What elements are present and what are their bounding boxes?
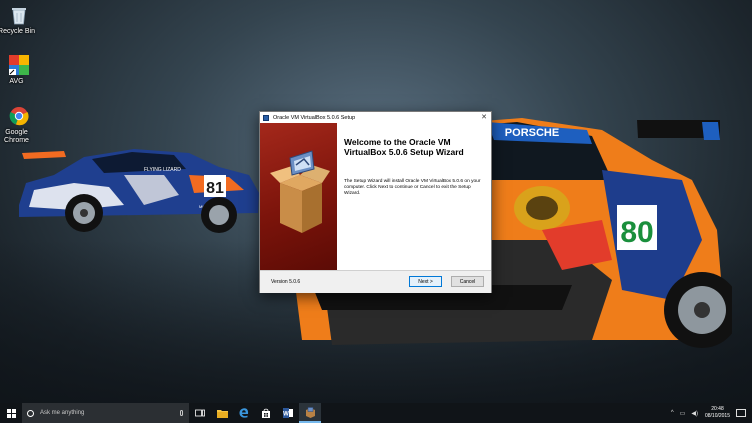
desktop-icon-google-chrome[interactable]: Google Chrome: [2, 105, 36, 145]
edge-icon: [239, 408, 249, 418]
desktop-icon-label: Recycle Bin: [0, 28, 35, 35]
virtualbox-box-icon: [270, 150, 330, 233]
desktop-icon-label: Google Chrome: [4, 129, 29, 144]
wizard-footer: Version 5.0.6 Next > Cancel: [260, 270, 491, 293]
task-view-button[interactable]: [189, 403, 211, 423]
desktop-icon-label: AVG: [9, 78, 24, 85]
clock-date: 08/10/2015: [704, 413, 730, 419]
action-center-icon[interactable]: [736, 409, 746, 417]
desktop-icon-recycle-bin[interactable]: Recycle Bin: [0, 4, 36, 36]
file-explorer-button[interactable]: [211, 403, 233, 423]
wizard-body-text: The Setup Wizard will install Oracle VM …: [344, 179, 481, 196]
next-button[interactable]: Next >: [409, 276, 442, 287]
volume-icon[interactable]: ◀): [691, 410, 698, 417]
dialog-title: Oracle VM VirtualBox 5.0.6 Setup: [273, 114, 356, 121]
clock-time: 20:48: [711, 406, 724, 412]
battery-icon[interactable]: ▭: [680, 410, 686, 417]
start-button[interactable]: [0, 403, 22, 423]
cortana-search-box[interactable]: Ask me anything: [22, 403, 189, 423]
word-button[interactable]: W: [277, 403, 299, 423]
cortana-icon: [27, 409, 34, 417]
virtualbox-icon: [263, 114, 269, 121]
edge-button[interactable]: [233, 403, 255, 423]
avg-icon: [8, 54, 30, 76]
store-icon: [262, 408, 270, 418]
file-explorer-icon: [216, 409, 228, 418]
version-label: Version 5.0.6: [271, 279, 301, 285]
right-car-text: PORSCHE: [505, 127, 559, 139]
virtualbox-taskbar-button[interactable]: [299, 403, 321, 423]
store-button[interactable]: [255, 403, 277, 423]
close-button[interactable]: ✕: [481, 114, 487, 121]
tray-overflow-icon[interactable]: ^: [671, 410, 674, 416]
setup-wizard-dialog: Oracle VM VirtualBox 5.0.6 Setup ✕ Welco…: [259, 111, 492, 293]
left-car-number: 81: [206, 180, 224, 197]
right-car-number: 80: [620, 216, 653, 249]
microphone-icon[interactable]: [180, 410, 183, 416]
system-tray: ^ ▭ ◀) 20:48 08/10/2015: [668, 403, 752, 423]
search-placeholder: Ask me anything: [40, 410, 85, 416]
wallpaper-left-car: 81 FLYING LIZARD MICHELIN: [19, 149, 259, 233]
windows-logo-icon: [6, 408, 16, 418]
wizard-content: Welcome to the Oracle VM VirtualBox 5.0.…: [337, 123, 491, 270]
word-icon: W: [283, 408, 293, 418]
dialog-titlebar[interactable]: Oracle VM VirtualBox 5.0.6 Setup ✕: [260, 112, 491, 123]
recycle-bin-icon: [8, 4, 30, 26]
task-view-icon: [195, 409, 205, 417]
taskbar-clock[interactable]: 20:48 08/10/2015: [705, 406, 730, 420]
cancel-button[interactable]: Cancel: [451, 276, 484, 287]
svg-text:W: W: [283, 412, 289, 418]
virtualbox-icon: [305, 406, 315, 418]
taskbar: Ask me anything W ^ ▭ ◀) 20:48 08/10/201…: [0, 403, 752, 423]
wizard-heading: Welcome to the Oracle VM VirtualBox 5.0.…: [344, 137, 464, 157]
desktop-icon-avg[interactable]: AVG: [2, 54, 36, 86]
wizard-banner: [260, 123, 337, 270]
left-car-text: FLYING LIZARD: [144, 167, 181, 173]
chrome-icon: [8, 105, 30, 127]
